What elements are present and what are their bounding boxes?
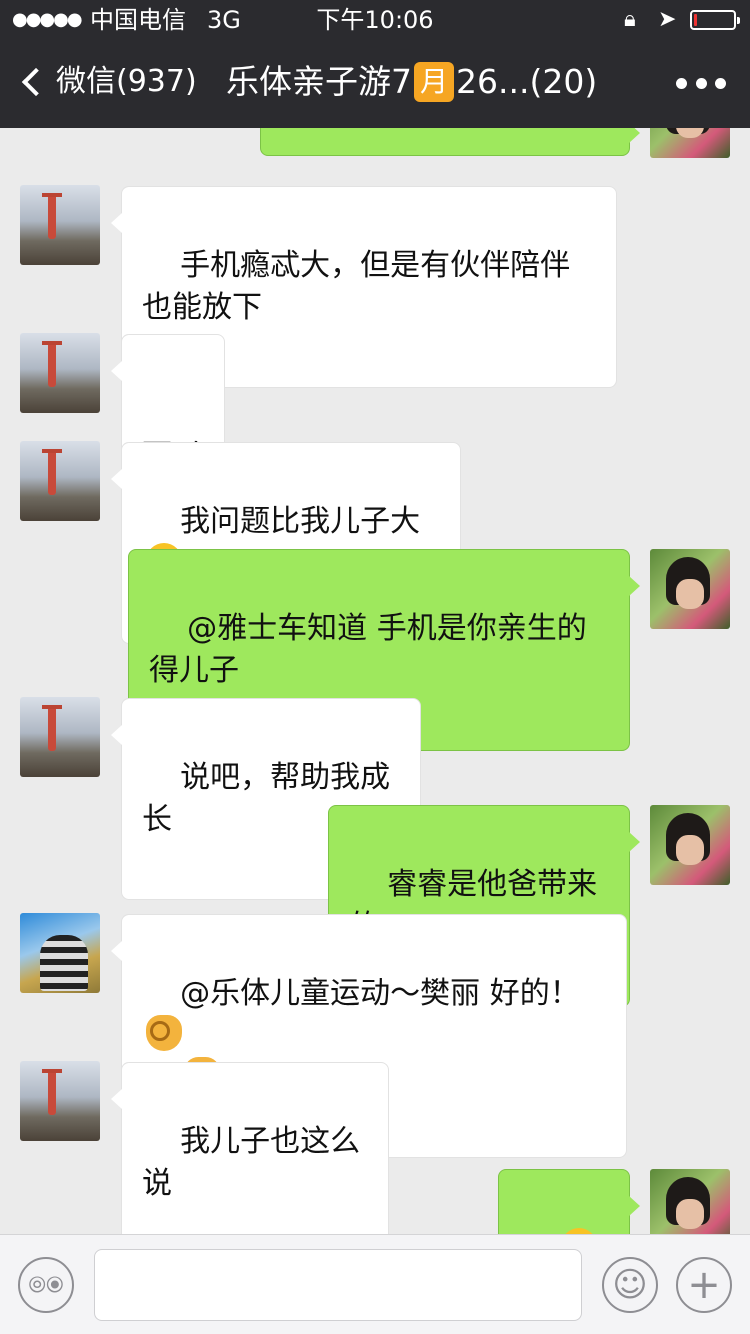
chevron-left-icon bbox=[21, 67, 51, 97]
smiley-icon: ☺ bbox=[612, 1265, 648, 1305]
ok-hand-icon bbox=[146, 1015, 182, 1051]
chat-title-suffix: 26...(20) bbox=[456, 62, 598, 101]
voice-icon: ⦾⦿ bbox=[28, 1272, 64, 1298]
plus-icon: + bbox=[687, 1262, 721, 1308]
rotation-lock-icon: 🔒︎ bbox=[624, 7, 636, 32]
avatar[interactable] bbox=[650, 549, 730, 629]
avatar[interactable] bbox=[20, 1061, 100, 1141]
more-options-button[interactable] bbox=[676, 78, 726, 90]
chat-title-prefix: 乐体亲子游7 bbox=[226, 62, 412, 101]
plus-button[interactable]: + bbox=[676, 1257, 732, 1313]
battery-fill bbox=[694, 14, 698, 26]
dot-icon bbox=[676, 78, 687, 89]
avatar[interactable] bbox=[20, 913, 100, 993]
status-time: 下午10:06 bbox=[316, 6, 434, 34]
message-text: 手机瘾忒大，但是有伙伴陪伴也能放下 bbox=[142, 248, 571, 325]
message-text: 我儿子也这么说 bbox=[142, 1124, 361, 1201]
avatar[interactable] bbox=[20, 441, 100, 521]
dot-icon bbox=[695, 78, 707, 89]
message-text: 我问题比我儿子大 bbox=[180, 504, 421, 539]
input-bar: ⦾⦿ ☺ + bbox=[0, 1234, 750, 1334]
voice-button[interactable]: ⦾⦿ bbox=[18, 1257, 74, 1313]
location-arrow-icon: ➤ bbox=[658, 7, 677, 32]
avatar[interactable] bbox=[650, 805, 730, 885]
top-bar: ●●●●● 中国电信 3G 下午10:06 🔒︎ ➤ 微信(937) 乐体亲子游… bbox=[0, 0, 750, 128]
status-bar: ●●●●● 中国电信 3G 下午10:06 🔒︎ ➤ bbox=[0, 0, 750, 40]
month-emoji-icon: 月 bbox=[414, 62, 454, 102]
message-text: @乐体儿童运动～樊丽 好的！ bbox=[180, 976, 580, 1011]
dot-icon bbox=[715, 78, 726, 89]
avatar[interactable] bbox=[20, 333, 100, 413]
chat-title: 乐体亲子游7 月 26...(20) bbox=[226, 60, 597, 104]
back-button[interactable]: 微信(937) bbox=[18, 60, 197, 104]
avatar[interactable] bbox=[20, 185, 100, 265]
message-text: @雅士车知道 手机是你亲生的得儿子 bbox=[149, 611, 587, 688]
nav-bar: 微信(937) 乐体亲子游7 月 26...(20) bbox=[0, 40, 750, 128]
avatar[interactable] bbox=[20, 697, 100, 777]
message-input[interactable] bbox=[94, 1249, 582, 1321]
emoji-button[interactable]: ☺ bbox=[602, 1257, 658, 1313]
back-label: 微信(937) bbox=[56, 64, 197, 99]
battery-icon bbox=[690, 10, 740, 30]
